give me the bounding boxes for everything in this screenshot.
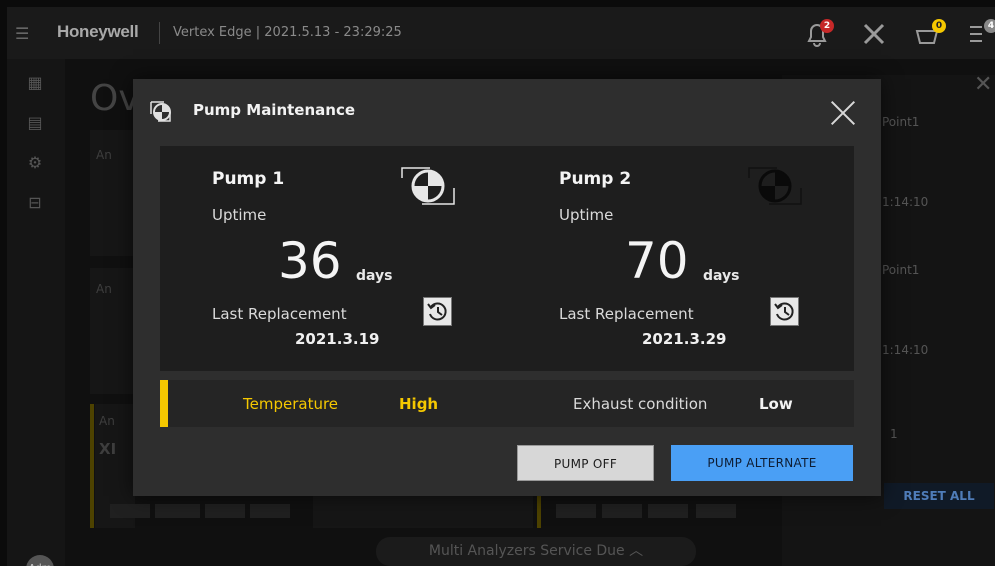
meter-cell bbox=[602, 504, 642, 518]
toggle-icon[interactable]: ⊟ bbox=[25, 193, 45, 213]
history-icon bbox=[427, 302, 447, 321]
last-replacement-date: 2021.3.19 bbox=[295, 330, 380, 348]
status-bar: Temperature High Exhaust condition Low bbox=[160, 380, 854, 427]
divider bbox=[159, 22, 160, 44]
card-label: An bbox=[99, 414, 115, 428]
notification-badge: 2 bbox=[820, 19, 834, 33]
pump-icon bbox=[401, 167, 455, 205]
panel-item-time: 1:14:10 bbox=[882, 343, 929, 357]
avatar[interactable]: Adm bbox=[26, 555, 54, 566]
service-due-label: Multi Analyzers Service Due bbox=[428, 543, 625, 559]
pump-2-card: Pump 2 Uptime 70 days Last Replacement 2… bbox=[507, 146, 854, 371]
card-accent bbox=[90, 404, 94, 528]
app-subtitle: Vertex Edge | 2021.5.13 - 23:29:25 bbox=[173, 25, 402, 40]
bell-icon[interactable]: 2 bbox=[800, 17, 834, 51]
sidebar: ▦ ▤ ⚙ ⊟ Adm bbox=[7, 59, 65, 566]
page-number[interactable]: 1 bbox=[890, 427, 898, 441]
meter-cell bbox=[648, 504, 688, 518]
pump-name: Pump 2 bbox=[559, 169, 632, 189]
analyzer-card[interactable]: An bbox=[90, 268, 135, 394]
reset-all-button[interactable]: RESET ALL bbox=[884, 483, 994, 509]
uptime-label: Uptime bbox=[559, 206, 614, 224]
uptime-label: Uptime bbox=[212, 206, 267, 224]
close-icon[interactable]: ✕ bbox=[974, 72, 992, 97]
meter-cell bbox=[556, 504, 596, 518]
list-badge: 4 bbox=[984, 19, 995, 33]
reset-history-button[interactable] bbox=[770, 297, 799, 326]
exhaust-label: Exhaust condition bbox=[573, 395, 708, 413]
hand-alert-icon[interactable]: 0 bbox=[910, 17, 946, 51]
uptime-value: 36 bbox=[278, 232, 342, 290]
analyzer-card[interactable] bbox=[313, 496, 533, 528]
pump-active-icon bbox=[748, 167, 802, 205]
pump-alternate-button[interactable]: PUMP ALTERNATE bbox=[671, 445, 853, 481]
meter-cell bbox=[696, 504, 736, 518]
document-icon[interactable]: ▤ bbox=[25, 113, 45, 133]
settings-icon[interactable]: ⚙ bbox=[25, 153, 45, 173]
pump-off-button[interactable]: PUMP OFF bbox=[517, 445, 654, 481]
card-label: An bbox=[96, 148, 112, 162]
history-icon bbox=[774, 302, 794, 321]
meter-cell bbox=[110, 504, 150, 518]
reset-history-button[interactable] bbox=[423, 297, 452, 326]
meter-cell bbox=[250, 504, 290, 518]
last-replacement-date: 2021.3.29 bbox=[642, 330, 727, 348]
pump-maintenance-dialog: Pump Maintenance Pump 1 Uptime 36 days L… bbox=[133, 79, 881, 496]
pump-1-card: Pump 1 Uptime 36 days Last Replacement 2… bbox=[160, 146, 507, 371]
last-replacement-label: Last Replacement bbox=[559, 305, 694, 323]
uptime-value: 70 bbox=[625, 232, 689, 290]
panel-item-time: 1:14:10 bbox=[882, 195, 929, 209]
status-accent bbox=[160, 380, 168, 427]
uptime-unit: days bbox=[703, 268, 740, 284]
analyzer-card[interactable]: An bbox=[90, 130, 135, 256]
pumps-panel: Pump 1 Uptime 36 days Last Replacement 2… bbox=[160, 146, 854, 371]
meter-cell bbox=[155, 504, 200, 518]
chevron-up-icon: ︿ bbox=[629, 543, 644, 559]
temperature-value: High bbox=[399, 395, 439, 413]
card-accent bbox=[537, 496, 541, 528]
card-label: An bbox=[96, 282, 112, 296]
last-replacement-label: Last Replacement bbox=[212, 305, 347, 323]
list-icon[interactable]: 4 bbox=[960, 17, 995, 51]
pump-icon bbox=[150, 101, 171, 122]
panel-item-label: Point1 bbox=[882, 115, 920, 129]
card-value: XI bbox=[99, 440, 117, 458]
exhaust-value: Low bbox=[759, 395, 793, 413]
brand-logo: Honeywell bbox=[57, 22, 139, 41]
temperature-label: Temperature bbox=[243, 395, 339, 413]
meter-cell bbox=[205, 504, 245, 518]
top-bar: ☰ Honeywell Vertex Edge | 2021.5.13 - 23… bbox=[7, 7, 995, 59]
panel-item-label: Point1 bbox=[882, 263, 920, 277]
tools-icon[interactable] bbox=[857, 17, 891, 51]
uptime-unit: days bbox=[356, 268, 393, 284]
dashboard-icon[interactable]: ▦ bbox=[25, 73, 45, 93]
close-button[interactable] bbox=[829, 99, 857, 127]
service-due-bar[interactable]: Multi Analyzers Service Due ︿ bbox=[376, 537, 696, 566]
alert-badge: 0 bbox=[932, 19, 946, 33]
hamburger-icon[interactable]: ☰ bbox=[15, 24, 29, 43]
dialog-title: Pump Maintenance bbox=[193, 101, 356, 119]
pump-name: Pump 1 bbox=[212, 169, 285, 189]
